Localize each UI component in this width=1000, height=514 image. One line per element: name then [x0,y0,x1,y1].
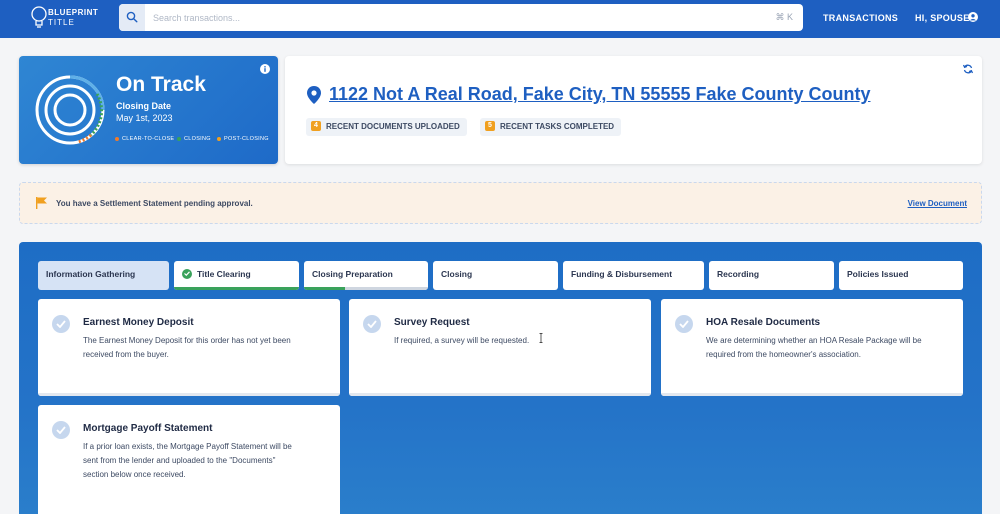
task-card-hoa-resale[interactable]: HOA Resale Documents We are determining … [661,299,963,396]
tab-label: Closing [441,269,473,279]
search-shortcut-hint: ⌘ K [775,12,793,22]
brand-name: BLUEPRINT TITLE [48,8,98,28]
legend-label: POST-CLOSING [224,136,269,142]
search-icon-box[interactable] [119,4,145,31]
task-description: The Earnest Money Deposit for this order… [83,334,291,362]
brand-name-line1: BLUEPRINT [48,8,99,17]
tab-label: Closing Preparation [312,269,393,279]
check-circle-icon [363,315,381,333]
task-description-line: If required, a survey will be requested. [394,336,530,345]
recent-documents-badge[interactable]: 4 RECENT DOCUMENTS UPLOADED [306,118,467,136]
refresh-icon[interactable] [963,64,973,74]
recent-tasks-label: RECENT TASKS COMPLETED [500,122,615,131]
task-description-line: The Earnest Money Deposit for this order… [83,336,291,345]
status-title: On Track [116,73,206,96]
tab-recording[interactable]: Recording [709,261,834,290]
user-circle-icon[interactable] [968,12,978,22]
task-description: If a prior loan exists, the Mortgage Pay… [83,440,292,482]
progress-rings-icon [35,75,105,145]
task-card-footer [349,393,651,396]
closing-date-label: Closing Date [116,101,172,111]
task-title: Earnest Money Deposit [83,317,194,328]
info-icon[interactable] [260,64,270,74]
task-card-earnest-money[interactable]: Earnest Money Deposit The Earnest Money … [38,299,340,396]
legend-clear-to-close: CLEAR-TO-CLOSE [115,136,174,142]
task-card-mortgage-payoff[interactable]: Mortgage Payoff Statement If a prior loa… [38,405,340,514]
user-menu[interactable]: HI, SPOUSE [915,13,970,23]
search-bar: ⌘ K [119,4,803,31]
status-card: On Track Closing Date May 1st, 2023 CLEA… [19,56,278,164]
legend-post-closing: POST-CLOSING [217,136,269,142]
legend-label: CLEAR-TO-CLOSE [122,136,175,142]
legend-dot-icon [115,136,119,141]
recent-documents-label: RECENT DOCUMENTS UPLOADED [326,122,460,131]
check-circle-icon [52,421,70,439]
recent-tasks-badge[interactable]: 5 RECENT TASKS COMPLETED [480,118,622,136]
text-cursor-icon [539,333,543,343]
task-description-line: section below once received. [83,470,186,479]
tab-label: Policies Issued [847,269,909,279]
tab-label: Information Gathering [46,269,136,279]
task-title: Mortgage Payoff Statement [83,423,213,434]
approval-alert-banner: You have a Settlement Statement pending … [19,182,982,224]
tab-closing[interactable]: Closing [433,261,558,290]
closing-date-value: May 1st, 2023 [116,113,173,123]
task-description: We are determining whether an HOA Resale… [706,334,922,362]
task-card-footer [38,393,340,396]
tab-label: Title Clearing [197,269,251,279]
task-description-line: required from the homeowner's associatio… [706,350,861,359]
task-card-survey-request[interactable]: Survey Request If required, a survey wil… [349,299,651,396]
map-pin-icon [307,86,321,104]
tab-closing-preparation[interactable]: Closing Preparation [304,261,428,290]
task-title: Survey Request [394,317,470,328]
task-description-line: sent from the lender and uploaded to the… [83,456,276,465]
legend-dot-icon [217,136,221,141]
legend-dot-icon [177,136,181,141]
task-description-line: received from the buyer. [83,350,169,359]
check-circle-icon [675,315,693,333]
tab-title-clearing[interactable]: Title Clearing [174,261,299,290]
view-document-link[interactable]: View Document [908,199,967,208]
flag-icon [36,197,47,209]
search-input[interactable] [153,4,753,31]
tab-label: Recording [717,269,760,279]
recent-tasks-count: 5 [485,120,495,131]
tab-label: Funding & Disbursement [571,269,673,279]
tab-funding-disbursement[interactable]: Funding & Disbursement [563,261,704,290]
legend-closing: CLOSING [177,136,211,142]
alert-message: You have a Settlement Statement pending … [56,199,253,208]
legend-label: CLOSING [184,136,211,142]
task-description: If required, a survey will be requested. [394,334,529,348]
check-circle-icon [52,315,70,333]
task-description-line: If a prior loan exists, the Mortgage Pay… [83,442,292,451]
property-card: 1122 Not A Real Road, Fake City, TN 5555… [285,56,982,164]
brand-logo[interactable]: BLUEPRINT TITLE [30,5,120,33]
recent-documents-count: 4 [311,120,321,131]
check-circle-icon [182,268,192,279]
nav-transactions-link[interactable]: TRANSACTIONS [823,13,898,23]
task-title: HOA Resale Documents [706,317,821,328]
tab-policies-issued[interactable]: Policies Issued [839,261,963,290]
task-description-line: We are determining whether an HOA Resale… [706,336,922,345]
property-address-link[interactable]: 1122 Not A Real Road, Fake City, TN 5555… [329,84,871,105]
tab-information-gathering[interactable]: Information Gathering [38,261,169,290]
lightbulb-icon [31,6,47,28]
tab-progress-bar [304,287,345,290]
task-card-footer [661,393,963,396]
top-nav: BLUEPRINT TITLE ⌘ K TRANSACTIONS HI, SPO… [0,0,1000,38]
workflow-panel: Information Gathering Title Clearing Clo… [19,242,982,514]
brand-name-line2: TITLE [48,18,75,27]
search-icon [126,11,138,23]
tab-progress-bar [174,287,299,290]
